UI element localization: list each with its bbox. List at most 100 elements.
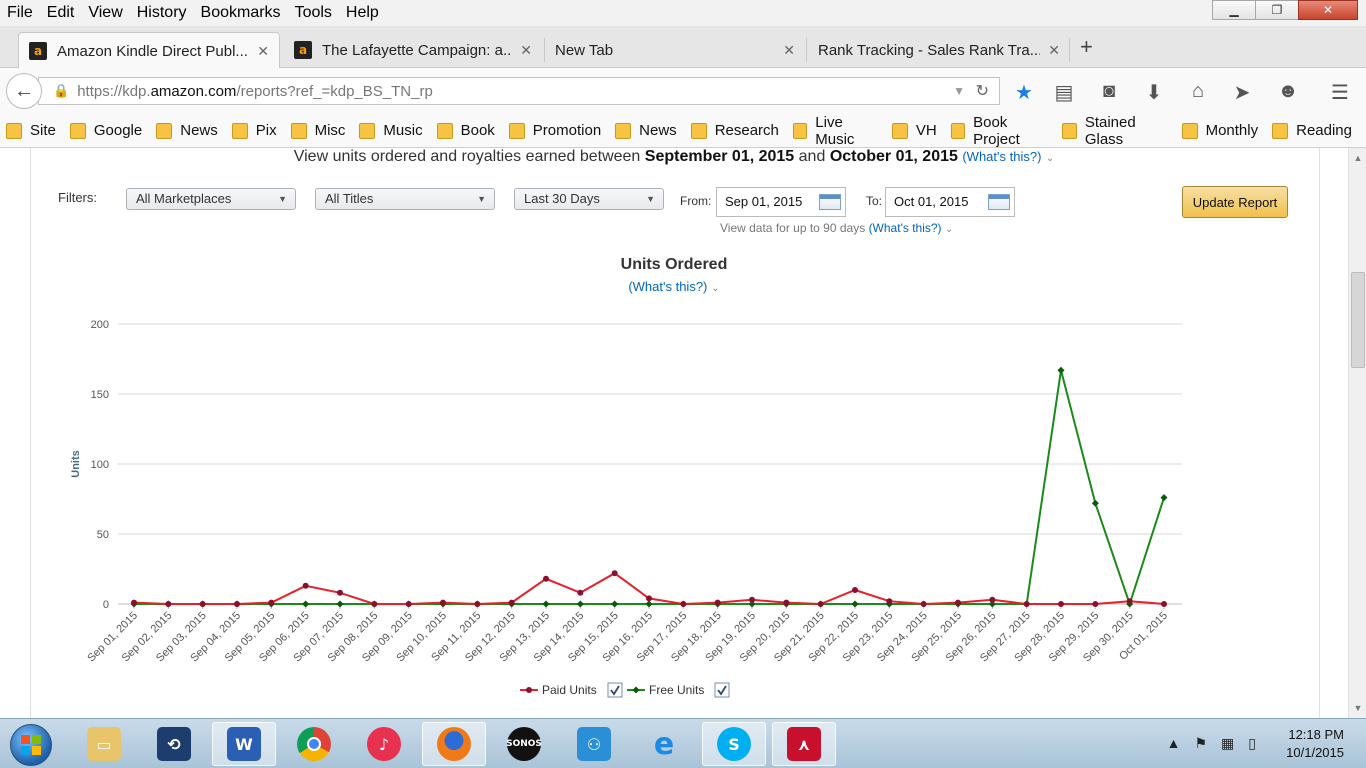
taskbar-remote-desktop[interactable]: ⟲ [142,722,206,766]
date-range-hint: View data for up to 90 days (What's this… [720,221,953,235]
taskbar-internet-explorer[interactable]: e [632,722,696,766]
send-icon[interactable]: ➤ [1230,80,1254,105]
show-hidden-icons-icon[interactable]: ▲ [1167,735,1181,752]
taskbar-acrobat[interactable]: ⋏ [772,722,836,766]
taskbar-explorer[interactable]: ▭ [72,722,136,766]
folder-icon [436,122,453,139]
update-report-button[interactable]: Update Report [1182,186,1288,218]
taskbar-lync[interactable]: ⚇ [562,722,626,766]
data-point-paid [199,601,206,607]
filters-label: Filters: [58,190,97,205]
bookmark-site[interactable]: Site [6,122,56,139]
chevron-down-icon[interactable]: ⌄ [945,224,953,235]
tab-rank-tracking[interactable]: Rank Tracking - Sales Rank Tra... ✕ [808,32,1070,68]
bookmark-pix[interactable]: Pix [231,122,277,139]
bookmark-stained-glass[interactable]: Stained Glass [1062,114,1167,148]
taskbar-firefox[interactable] [422,722,486,766]
taskbar-skype[interactable]: S [702,722,766,766]
folder-icon [6,122,22,139]
close-tab-icon[interactable]: ✕ [783,42,795,59]
itunes-icon: ♪ [367,727,401,761]
close-tab-icon[interactable]: ✕ [1048,42,1060,59]
chevron-down-icon[interactable]: ⌄ [1046,153,1054,164]
legend-checkbox[interactable] [714,682,730,698]
bookmark-star-icon[interactable]: ★ [1012,80,1036,105]
legend-checkbox[interactable] [607,682,623,698]
menu-history[interactable]: History [130,4,194,22]
start-button[interactable] [10,724,52,766]
bookmark-misc[interactable]: Misc [290,122,345,139]
tab-amazon-kdp[interactable]: a Amazon Kindle Direct Publ... ✕ [18,32,280,69]
bookmark-research[interactable]: Research [690,122,779,139]
url-bar[interactable]: 🔒 https://kdp.amazon.com/reports?ref_=kd… [38,77,1000,105]
taskbar-chrome[interactable] [282,722,346,766]
amazon-favicon-icon: a [294,41,312,59]
bookmark-live-music[interactable]: Live Music [792,114,878,148]
minimize-button[interactable]: ▁ [1212,0,1256,20]
data-point-paid [886,598,893,605]
back-button[interactable]: ← [6,73,42,109]
hamburger-menu-icon[interactable]: ☰ [1328,80,1352,105]
menu-bookmarks[interactable]: Bookmarks [194,4,288,22]
reading-list-icon[interactable]: ▤ [1052,80,1076,105]
action-center-flag-icon[interactable]: ⚑ [1194,735,1207,752]
bookmark-monthly[interactable]: Monthly [1181,122,1258,139]
menu-view[interactable]: View [81,4,129,22]
hello-icon[interactable]: ☻ [1276,80,1300,103]
bookmark-google[interactable]: Google [69,122,142,139]
menu-tools[interactable]: Tools [288,4,339,22]
data-point-free [576,600,584,608]
battery-icon[interactable]: ▯ [1248,735,1256,752]
reload-icon[interactable]: ↻ [976,81,989,101]
to-date-input[interactable]: Oct 01, 2015 [885,187,1015,217]
bookmark-music[interactable]: Music [359,122,423,139]
from-date-input[interactable]: Sep 01, 2015 [716,187,846,217]
y-tick-label: 100 [91,459,109,471]
scroll-down-icon[interactable]: ▼ [1351,700,1365,716]
pocket-icon[interactable]: ◙ [1097,80,1121,103]
chart-whats-this-link[interactable]: (What's this?) [628,279,707,294]
bookmark-vh[interactable]: VH [891,122,937,139]
taskbar-word[interactable]: W [212,722,276,766]
y-tick-label: 200 [91,319,109,331]
chevron-down-icon[interactable]: ⌄ [711,283,719,294]
network-icon[interactable]: ▦ [1221,735,1234,752]
titles-select[interactable]: All Titles ▼ [315,188,495,210]
calendar-icon[interactable] [988,194,1010,210]
bookmark-book[interactable]: Book [436,122,495,139]
menu-help[interactable]: Help [339,4,386,22]
home-icon[interactable]: ⌂ [1186,80,1210,103]
close-tab-icon[interactable]: ✕ [520,42,532,59]
whats-this-link[interactable]: (What's this?) [869,221,942,235]
heading-start-date: September 01, 2015 [644,148,795,165]
url-dropdown-icon[interactable]: ▼ [953,84,965,98]
system-clock[interactable]: 12:18 PM 10/1/2015 [1286,726,1344,762]
bookmark-book-project[interactable]: Book Project [950,114,1049,148]
downloads-icon[interactable]: ⬇ [1142,80,1166,105]
restore-button[interactable]: ❐ [1255,0,1299,20]
bookmark-reading[interactable]: Reading [1272,122,1352,139]
data-point-paid [989,596,996,603]
folder-icon [690,122,707,139]
close-tab-icon[interactable]: ✕ [257,43,269,60]
vertical-scrollbar[interactable]: ▲ ▼ [1348,148,1366,718]
marketplace-select[interactable]: All Marketplaces ▼ [126,188,296,210]
taskbar-sonos[interactable]: SONOS [492,722,556,766]
new-tab-button[interactable]: + [1080,34,1093,60]
range-select[interactable]: Last 30 Days ▼ [514,188,664,210]
scroll-thumb[interactable] [1351,272,1365,368]
menu-edit[interactable]: Edit [40,4,82,22]
menu-file[interactable]: File [0,4,40,22]
bookmark-promotion[interactable]: Promotion [508,122,601,139]
restore-icon: ❐ [1271,3,1283,17]
close-window-button[interactable]: ✕ [1298,0,1358,20]
tab-new-tab[interactable]: New Tab ✕ [545,32,805,68]
calendar-icon[interactable] [819,194,841,210]
tab-lafayette[interactable]: a The Lafayette Campaign: a... ✕ [284,32,542,68]
remote-desktop-icon: ⟲ [157,727,191,761]
scroll-up-icon[interactable]: ▲ [1351,150,1365,166]
taskbar-itunes[interactable]: ♪ [352,722,416,766]
bookmark-news[interactable]: News [156,122,218,139]
whats-this-link[interactable]: (What's this?) [962,149,1041,164]
bookmark-news-2[interactable]: News [615,122,677,139]
